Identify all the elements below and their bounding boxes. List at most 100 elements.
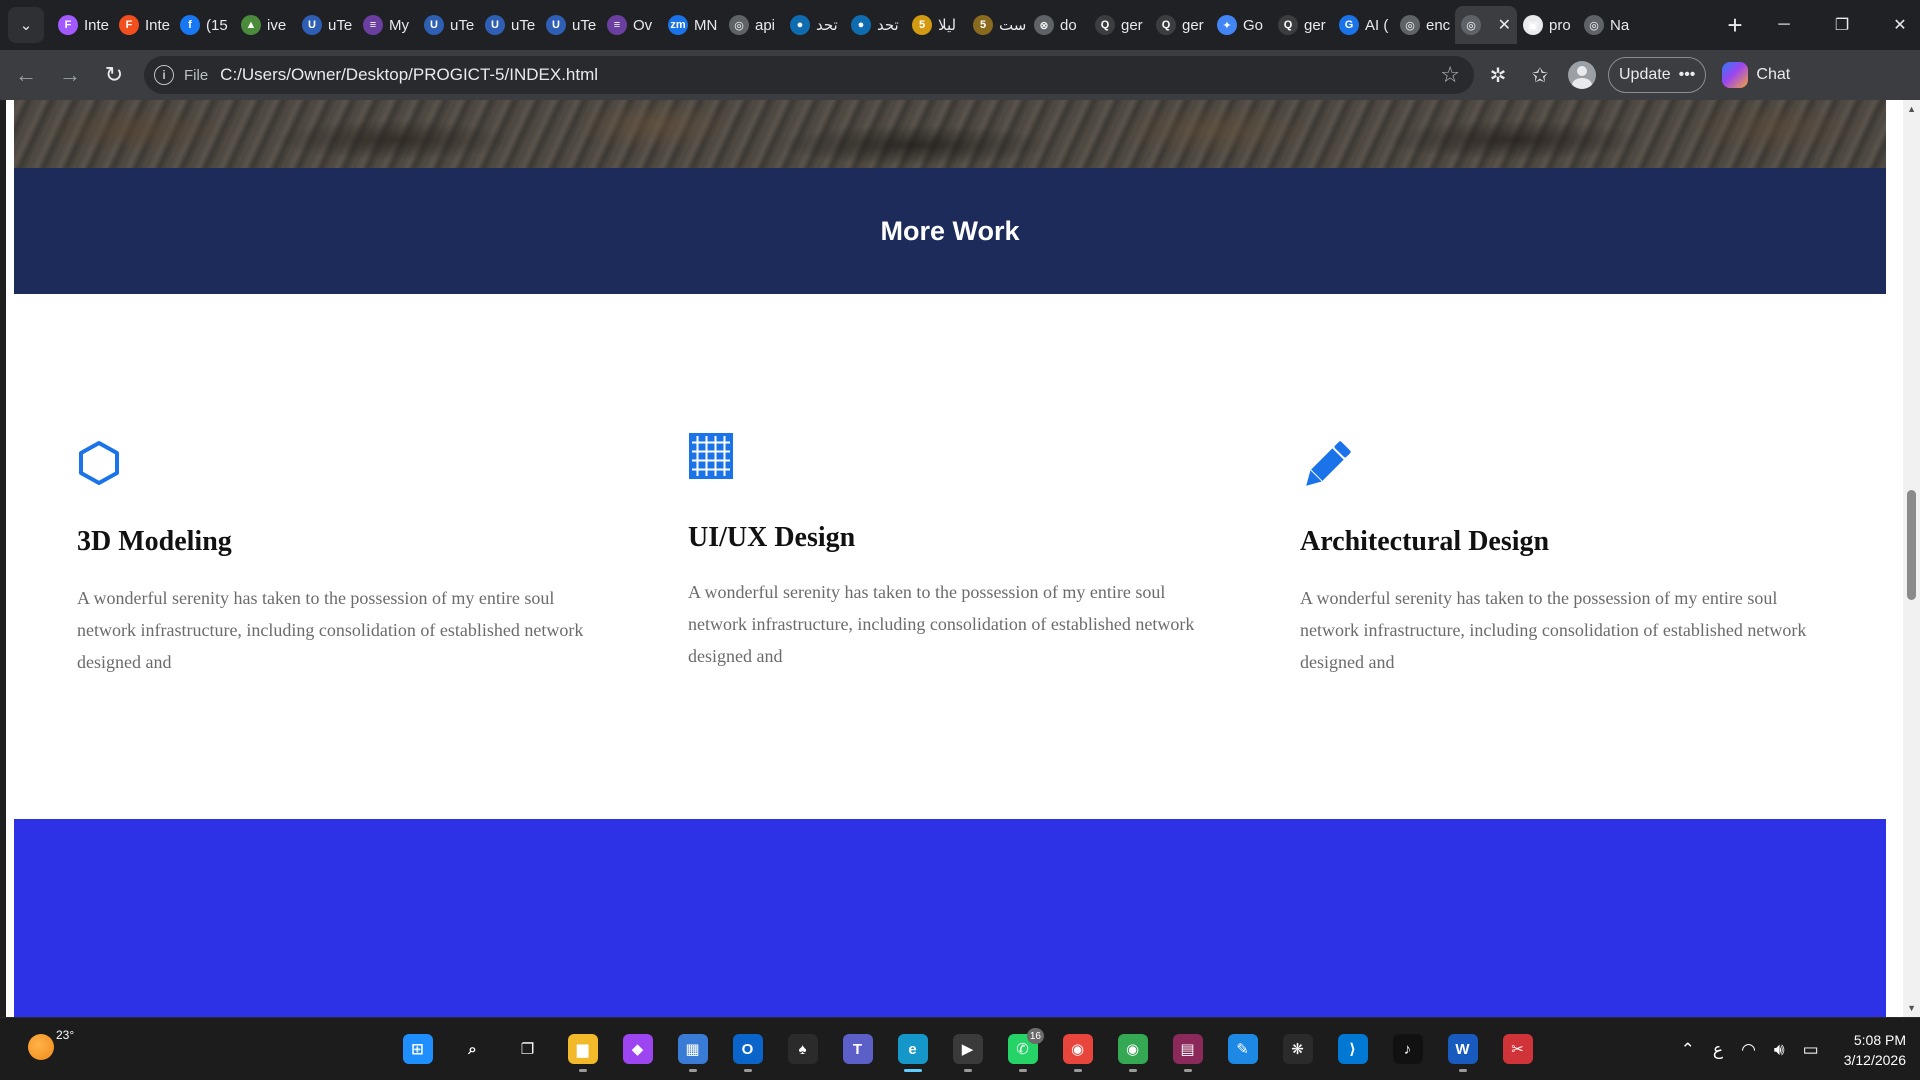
tab[interactable]: G AI (	[1333, 6, 1394, 44]
reload-button[interactable]: ↻	[96, 57, 132, 93]
taskbar-chatgpt-button[interactable]: ❋	[1270, 1026, 1325, 1072]
chat-button[interactable]: Chat	[1714, 57, 1798, 93]
taskbar-teams-button[interactable]: T	[830, 1026, 885, 1072]
service-title: UI/UX Design	[688, 522, 856, 553]
file-explorer-icon: ▆	[567, 1034, 598, 1064]
tab[interactable]: F Inte	[113, 6, 174, 44]
taskbar-chrome-m-button[interactable]: ◉	[1105, 1026, 1160, 1072]
update-button[interactable]: Update •••	[1608, 57, 1707, 93]
tab-title: Inte	[145, 16, 171, 34]
taskbar-winrar-button[interactable]: ▤	[1160, 1026, 1215, 1072]
service-card-uiux-design: UI/UX Design A wonderful serenity has ta…	[688, 432, 1228, 772]
clock[interactable]: 5:08 PM 3/12/2026	[1844, 1030, 1906, 1070]
tab[interactable]: ▣ pro	[1517, 6, 1578, 44]
tab[interactable]: Qger	[1272, 6, 1333, 44]
store-icon: ▦	[677, 1034, 708, 1064]
taskbar-outlook-button[interactable]: O	[720, 1026, 775, 1072]
tab-favicon-icon: ●	[851, 15, 871, 35]
taskbar-chrome-k-button[interactable]: ◉	[1050, 1026, 1105, 1072]
tab[interactable]: ✦ Go	[1211, 6, 1272, 44]
tab[interactable]: ◎ enc	[1394, 6, 1455, 44]
running-indicator	[1018, 1069, 1027, 1072]
tab-active[interactable]: ◎ ✕	[1455, 6, 1517, 44]
scrollbar-thumb[interactable]	[1907, 490, 1916, 600]
taskbar-tiktok-button[interactable]: ♪	[1380, 1026, 1435, 1072]
extensions-icon[interactable]: ✲	[1480, 57, 1516, 93]
tab[interactable]: ● تحد	[845, 6, 906, 44]
tab[interactable]: f (15	[174, 6, 235, 44]
tab[interactable]: UuTe	[296, 6, 357, 44]
teams-icon: T	[842, 1034, 873, 1064]
taskbar-paint-button[interactable]: ✎	[1215, 1026, 1270, 1072]
profile-avatar[interactable]	[1568, 61, 1596, 89]
tab[interactable]: ⊗ do	[1028, 6, 1089, 44]
new-tab-button[interactable]: +	[1715, 6, 1755, 44]
taskbar-media-player-button[interactable]: ▶	[940, 1026, 995, 1072]
tab-title: do	[1060, 16, 1077, 34]
tab[interactable]: ◎ Na	[1578, 6, 1639, 44]
paint-icon: ✎	[1227, 1034, 1258, 1064]
taskbar-solitaire-button[interactable]: ♠	[775, 1026, 830, 1072]
taskbar-word-button[interactable]: W	[1435, 1026, 1490, 1072]
tab[interactable]: UuTe	[418, 6, 479, 44]
tab[interactable]: zm MN	[662, 6, 723, 44]
taskbar-start-button[interactable]: ⊞	[390, 1026, 445, 1072]
site-info-icon[interactable]: i	[154, 65, 174, 85]
tab-title: ger	[1121, 16, 1143, 34]
weather-widget[interactable]: 23°	[28, 1028, 74, 1060]
volume-icon[interactable]: 🔊︎	[1774, 1040, 1785, 1060]
page-scrollbar[interactable]: ▲ ▼	[1903, 100, 1920, 1017]
close-tab-icon[interactable]: ✕	[1498, 15, 1511, 35]
favorites-icon[interactable]: ✩	[1522, 57, 1558, 93]
tab[interactable]: ▲ ive	[235, 6, 296, 44]
tab[interactable]: F Inte	[52, 6, 113, 44]
taskbar-vscode-button[interactable]: ⟩	[1325, 1026, 1380, 1072]
taskbar-store-button[interactable]: ▦	[665, 1026, 720, 1072]
battery-icon[interactable]: ▭	[1803, 1040, 1819, 1060]
tab-favicon-icon: G	[1339, 15, 1359, 35]
taskbar-file-explorer-button[interactable]: ▆	[555, 1026, 610, 1072]
taskbar-whatsapp-button[interactable]: ✆ 16	[995, 1026, 1050, 1072]
tab[interactable]: Qger	[1150, 6, 1211, 44]
taskbar-copilot-button[interactable]: ◆	[610, 1026, 665, 1072]
taskbar-task-view-button[interactable]: ❐	[500, 1026, 555, 1072]
tab-favicon-icon: 5	[912, 15, 932, 35]
service-description: A wonderful serenity has taken to the po…	[688, 582, 1195, 666]
tab[interactable]: UuTe	[479, 6, 540, 44]
tab-favicon-icon: F	[58, 15, 78, 35]
scroll-down-arrow-icon[interactable]: ▼	[1907, 1003, 1916, 1013]
tab-favicon-icon: f	[180, 15, 200, 35]
tab-favicon-icon: ◎	[729, 15, 749, 35]
tab[interactable]: 5 است	[967, 6, 1028, 44]
minimize-button[interactable]: ─	[1755, 0, 1813, 50]
tab[interactable]: ◎ api	[723, 6, 784, 44]
chat-label: Chat	[1756, 66, 1791, 83]
tab-title: AI (	[1365, 16, 1389, 34]
taskbar-edge-button[interactable]: e	[885, 1026, 940, 1072]
scroll-up-arrow-icon[interactable]: ▲	[1907, 104, 1916, 114]
tab-search-button[interactable]: ⌄	[8, 7, 44, 43]
tab[interactable]: Qger	[1089, 6, 1150, 44]
tab[interactable]: ● تحد	[784, 6, 845, 44]
forward-button[interactable]: →	[52, 57, 88, 93]
restore-button[interactable]: ❐	[1813, 0, 1871, 50]
tab[interactable]: UuTe	[540, 6, 601, 44]
copilot-icon: ◆	[622, 1034, 653, 1064]
input-language-indicator[interactable]: ع	[1713, 1040, 1723, 1060]
tab-title: ive	[267, 16, 287, 34]
address-bar[interactable]: i File C:/Users/Owner/Desktop/PROGICT-5/…	[144, 56, 1474, 94]
bookmark-star-icon[interactable]: ☆	[1440, 62, 1460, 88]
tab[interactable]: ≡ Ov	[601, 6, 662, 44]
taskbar-search-button[interactable]: ⌕	[445, 1026, 500, 1072]
wifi-icon[interactable]: ◠	[1741, 1040, 1756, 1060]
close-window-button[interactable]: ✕	[1871, 0, 1920, 50]
back-button[interactable]: ←	[8, 57, 44, 93]
clock-date: 3/12/2026	[1843, 1051, 1906, 1068]
tab[interactable]: 5 ليلا	[906, 6, 967, 44]
tab[interactable]: ≡ My	[357, 6, 418, 44]
running-indicator	[1183, 1069, 1192, 1072]
tab-title: My	[389, 16, 409, 34]
url-text[interactable]: C:/Users/Owner/Desktop/PROGICT-5/INDEX.h…	[220, 65, 598, 85]
chevron-up-icon[interactable]: ⌃	[1681, 1040, 1695, 1060]
taskbar-snipping-button[interactable]: ✂	[1490, 1026, 1545, 1072]
